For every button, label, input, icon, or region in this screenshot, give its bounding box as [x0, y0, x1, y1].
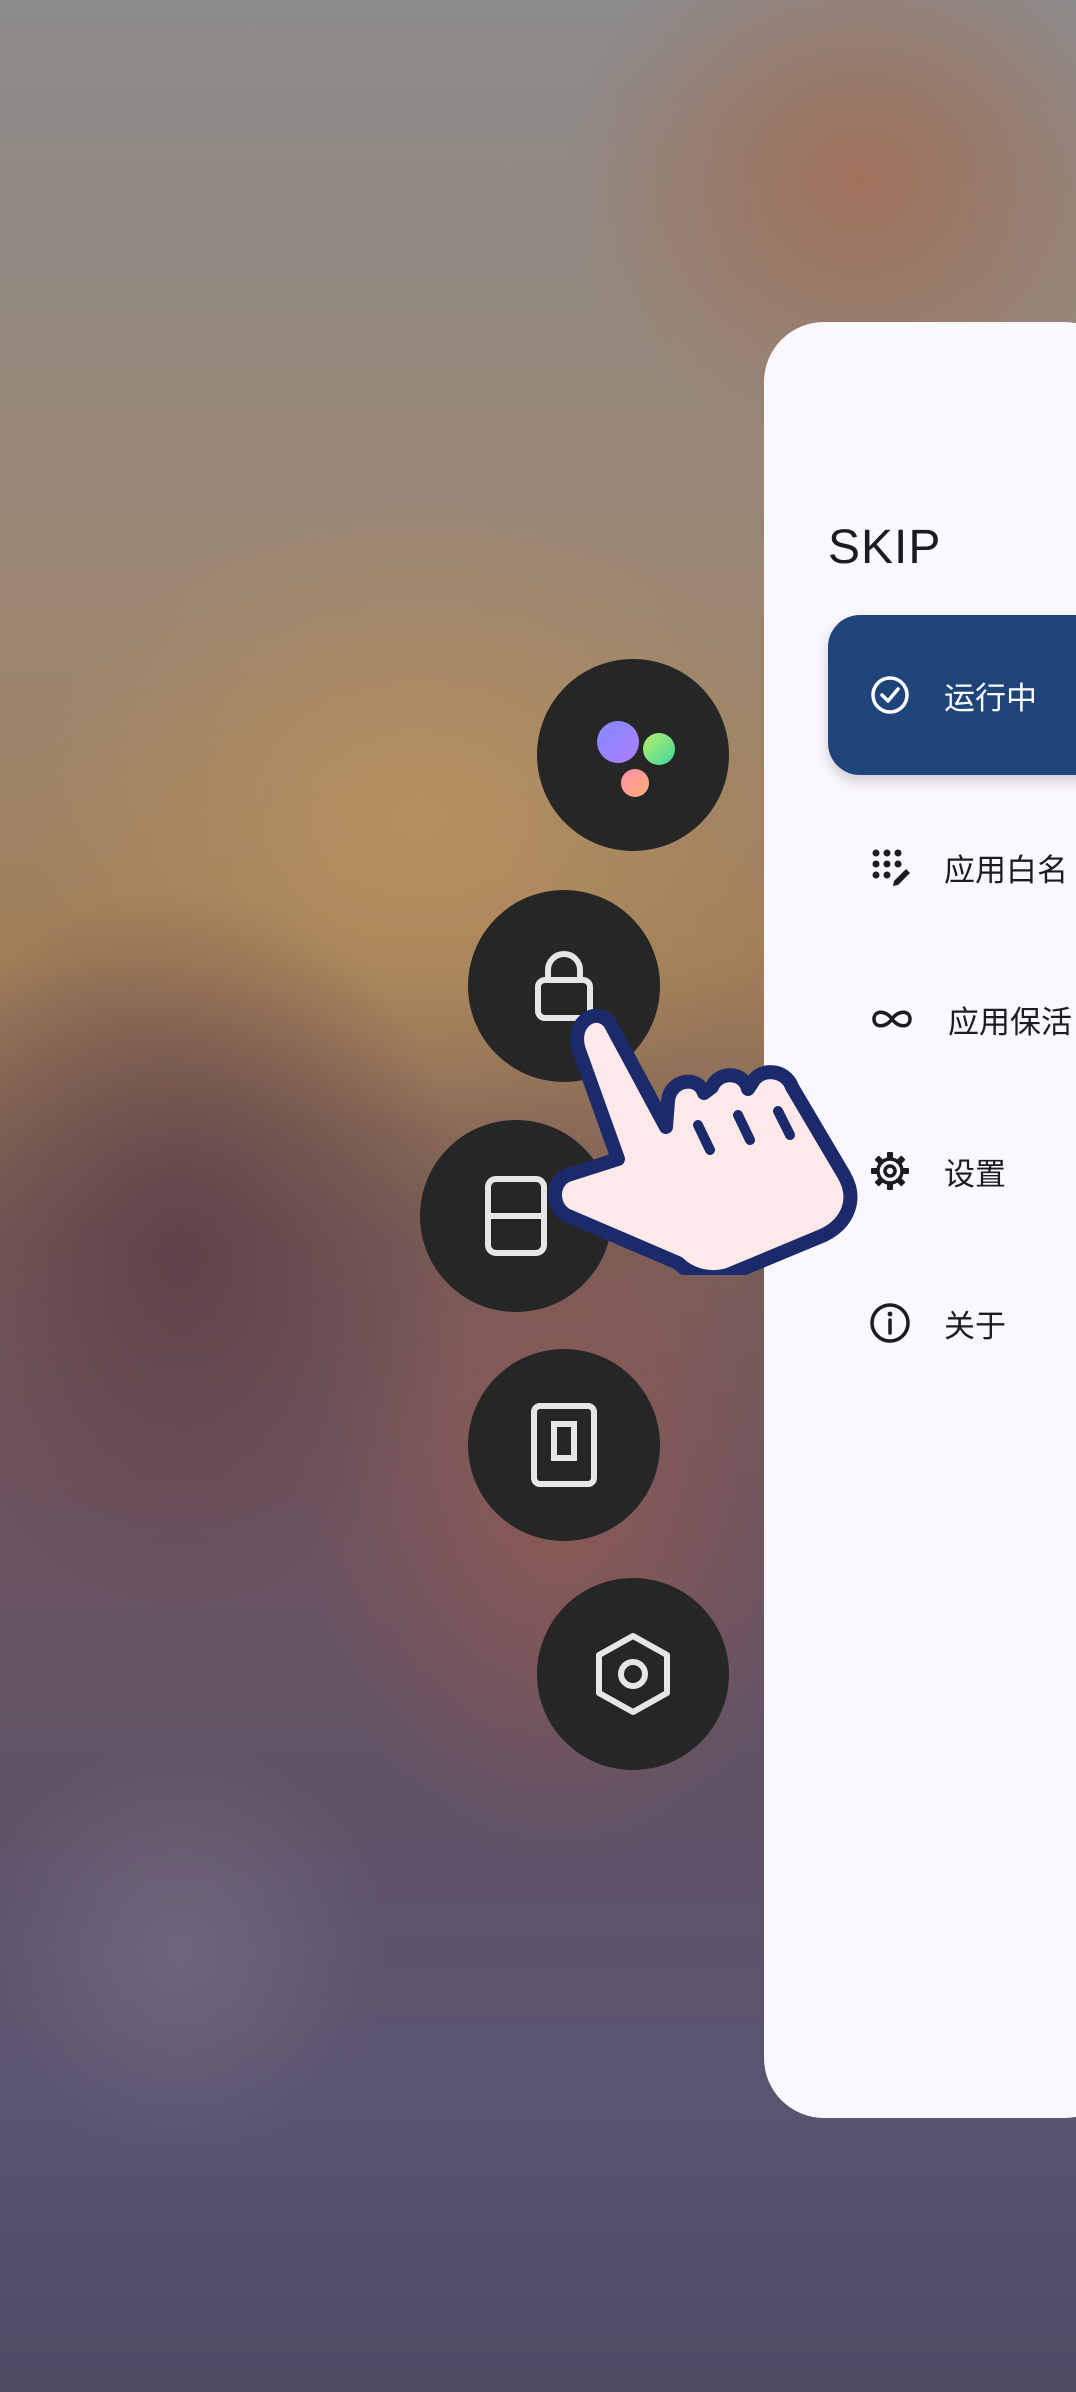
lock-button[interactable] — [468, 890, 660, 1082]
gear-icon — [871, 1152, 909, 1190]
nav-label-app-whitelist: 应用白名 — [944, 852, 1068, 889]
navigation-drawer: SKIP 运行中 应用白名 应用保活 设置 关于 — [764, 322, 1076, 2118]
split-screen-icon — [485, 1176, 547, 1256]
apps-edit-icon — [872, 849, 910, 886]
nav-label-running: 运行中 — [944, 680, 1037, 717]
nav-item-app-whitelist[interactable]: 应用白名 — [828, 787, 1076, 947]
colorful-dots-button[interactable] — [537, 659, 729, 851]
nav-label-app-keepalive: 应用保活 — [948, 1004, 1072, 1041]
hexagon-settings-button[interactable] — [537, 1578, 729, 1770]
split-screen-button[interactable] — [420, 1120, 612, 1312]
nav-label-about: 关于 — [944, 1308, 1006, 1345]
small-window-button[interactable] — [468, 1349, 660, 1541]
app-title: SKIP — [828, 521, 942, 574]
hexagon-settings-icon — [596, 1633, 670, 1715]
colorful-dots-icon — [597, 721, 675, 797]
nav-item-settings[interactable]: 设置 — [828, 1091, 1076, 1251]
nav-item-about[interactable]: 关于 — [828, 1243, 1076, 1403]
nav-item-running[interactable]: 运行中 — [828, 615, 1076, 775]
nav-label-settings: 设置 — [944, 1156, 1006, 1193]
check-circle-icon — [871, 676, 909, 714]
lock-icon — [535, 951, 593, 1021]
screen: SKIP 运行中 应用白名 应用保活 设置 关于 — [0, 0, 1076, 2392]
info-icon — [870, 1303, 910, 1343]
small-window-icon — [531, 1403, 597, 1487]
nav-item-app-keepalive[interactable]: 应用保活 — [828, 939, 1076, 1099]
infinity-icon — [872, 1010, 912, 1028]
